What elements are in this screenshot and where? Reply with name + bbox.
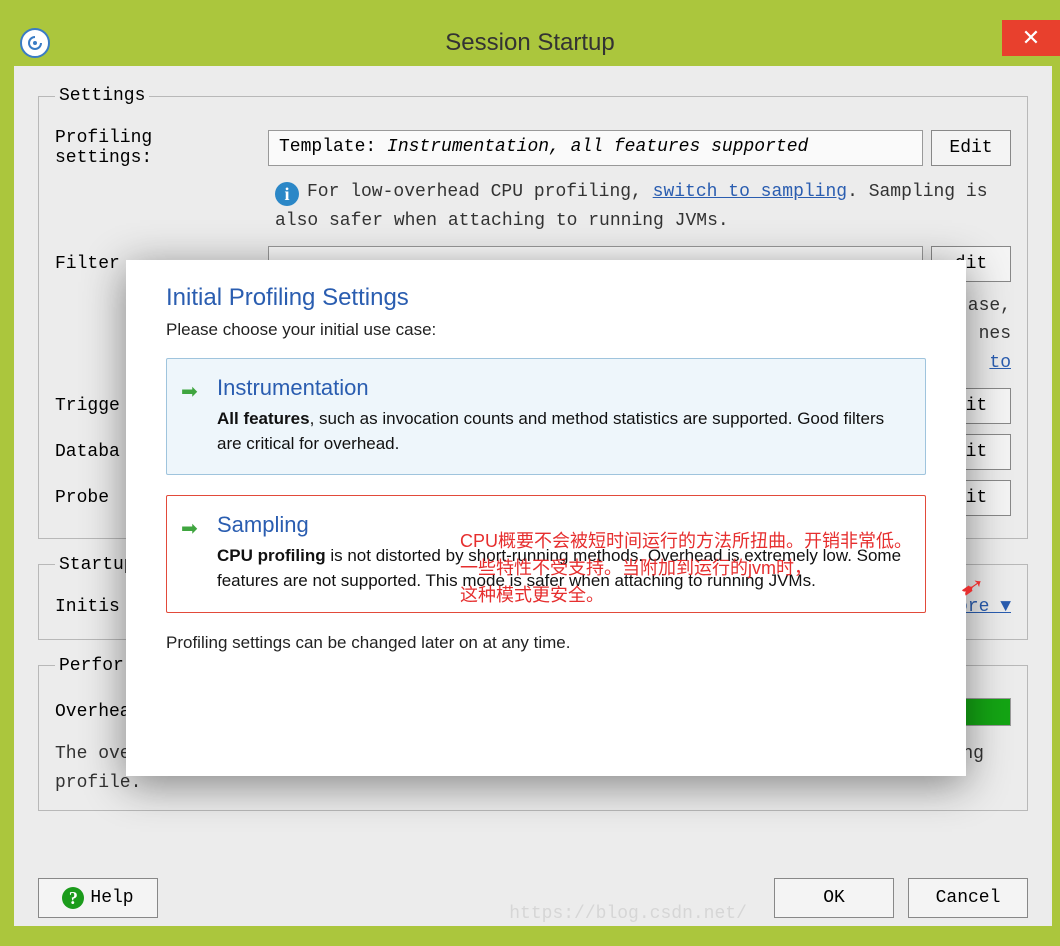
- arrow-icon: [181, 379, 203, 401]
- option-instrumentation-rest: , such as invocation counts and method s…: [217, 409, 884, 453]
- close-button[interactable]: ✕: [1002, 20, 1060, 56]
- modal-title: Initial Profiling Settings: [166, 284, 926, 312]
- option-sampling-strong: CPU profiling: [217, 546, 326, 565]
- option-sampling[interactable]: Sampling CPU profiling is not distorted …: [166, 495, 926, 612]
- switch-to-sampling-link[interactable]: switch to sampling: [653, 182, 847, 202]
- watermark: https://blog.csdn.net/: [509, 904, 747, 924]
- option-instrumentation-strong: All features: [217, 409, 310, 428]
- option-sampling-title: Sampling: [217, 512, 907, 538]
- help-icon: ?: [62, 887, 84, 909]
- template-value: Instrumentation, all features supported: [387, 137, 808, 157]
- app-icon: [20, 28, 50, 58]
- edit-profiling-button[interactable]: Edit: [931, 130, 1011, 166]
- profiling-settings-field: Template: Instrumentation, all features …: [268, 130, 923, 166]
- help-button[interactable]: ? Help: [38, 878, 158, 918]
- arrow-icon: [181, 516, 203, 538]
- settings-legend: Settings: [55, 86, 149, 106]
- profiling-settings-label: Profiling settings:: [55, 128, 260, 168]
- window-title: Session Startup: [445, 29, 614, 57]
- info-icon: i: [275, 182, 299, 206]
- modal-footer: Profiling settings can be changed later …: [166, 633, 926, 653]
- performance-legend: Perfor: [55, 656, 128, 676]
- option-instrumentation[interactable]: Instrumentation All features, such as in…: [166, 358, 926, 475]
- hint-prefix: For low-overhead CPU profiling,: [307, 182, 653, 202]
- template-prefix: Template:: [279, 137, 387, 157]
- filter-hint-link[interactable]: to: [989, 353, 1011, 373]
- option-instrumentation-title: Instrumentation: [217, 375, 907, 401]
- ok-button[interactable]: OK: [774, 878, 894, 918]
- initial-profiling-modal: Initial Profiling Settings Please choose…: [126, 260, 966, 776]
- modal-subtitle: Please choose your initial use case:: [166, 320, 926, 340]
- cancel-button[interactable]: Cancel: [908, 878, 1028, 918]
- help-label: Help: [90, 888, 133, 908]
